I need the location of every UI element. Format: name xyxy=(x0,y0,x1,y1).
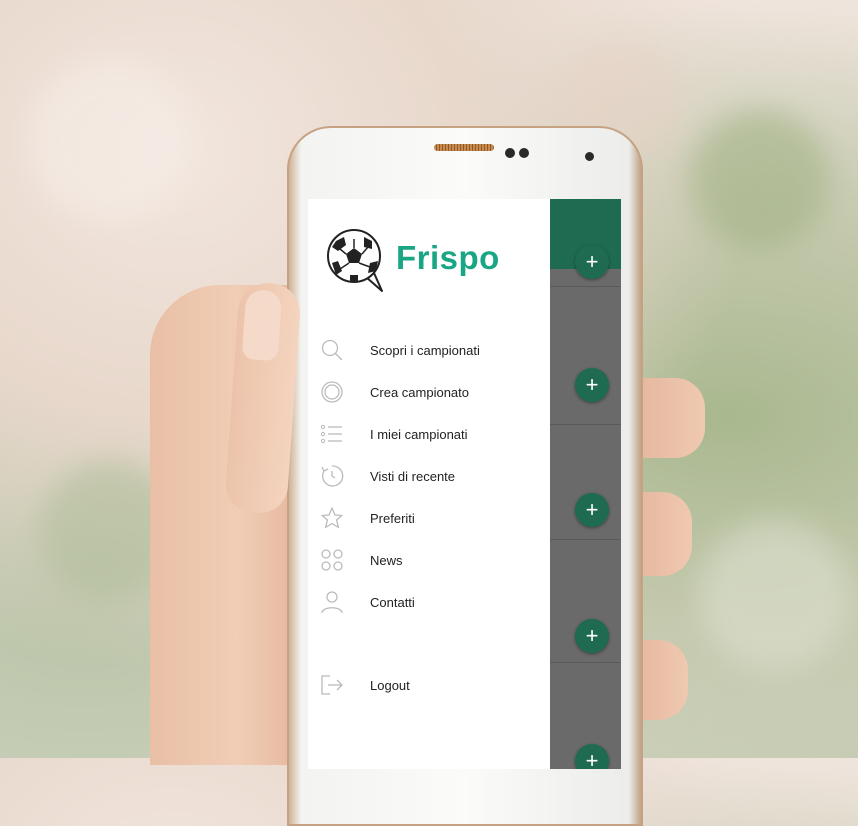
phone-speaker xyxy=(434,144,494,151)
list-icon xyxy=(320,424,342,444)
add-button[interactable]: + xyxy=(575,368,609,402)
menu-item-discover[interactable]: Scopri i campionati xyxy=(308,332,550,368)
menu-item-favorites[interactable]: Preferiti xyxy=(308,500,550,536)
navigation-drawer: Frispo Scopri i campionati Crea campiona… xyxy=(308,199,550,769)
add-button[interactable]: + xyxy=(575,245,609,279)
menu-item-logout[interactable]: Logout xyxy=(308,667,550,703)
history-icon xyxy=(321,465,344,487)
person-icon xyxy=(321,591,343,614)
menu-item-news[interactable]: News xyxy=(308,542,550,578)
menu-item-label: I miei campionati xyxy=(370,426,468,442)
menu-item-label: Scopri i campionati xyxy=(370,342,480,358)
menu-item-label: Logout xyxy=(370,677,410,693)
menu-item-recent[interactable]: Visti di recente xyxy=(308,458,550,494)
create-circle-icon xyxy=(321,381,343,403)
menu-item-create[interactable]: Crea campionato xyxy=(308,374,550,410)
add-button[interactable]: + xyxy=(575,493,609,527)
search-icon xyxy=(321,339,343,361)
menu-item-label: News xyxy=(370,552,403,568)
star-icon xyxy=(321,507,343,529)
menu-item-label: Visti di recente xyxy=(370,468,456,484)
thumb-nail xyxy=(241,288,283,362)
phone-sensor xyxy=(505,148,515,158)
add-button[interactable]: + xyxy=(575,744,609,769)
menu-item-my-leagues[interactable]: I miei campionati xyxy=(308,416,550,452)
menu-item-label: Crea campionato xyxy=(370,384,469,400)
menu-item-label: Preferiti xyxy=(370,510,415,526)
soccer-ball-logo-icon xyxy=(327,229,383,292)
menu-item-label: Contatti xyxy=(370,594,415,610)
news-grid-icon xyxy=(321,549,343,571)
logout-icon xyxy=(321,675,343,695)
phone-camera xyxy=(585,152,594,161)
phone-sensor xyxy=(519,148,529,158)
phone-screen: + + + + + Frispo Scopri i campionati Cre… xyxy=(308,199,621,769)
brand-name: Frispo xyxy=(396,239,500,276)
menu-item-contacts[interactable]: Contatti xyxy=(308,584,550,620)
add-button[interactable]: + xyxy=(575,619,609,653)
